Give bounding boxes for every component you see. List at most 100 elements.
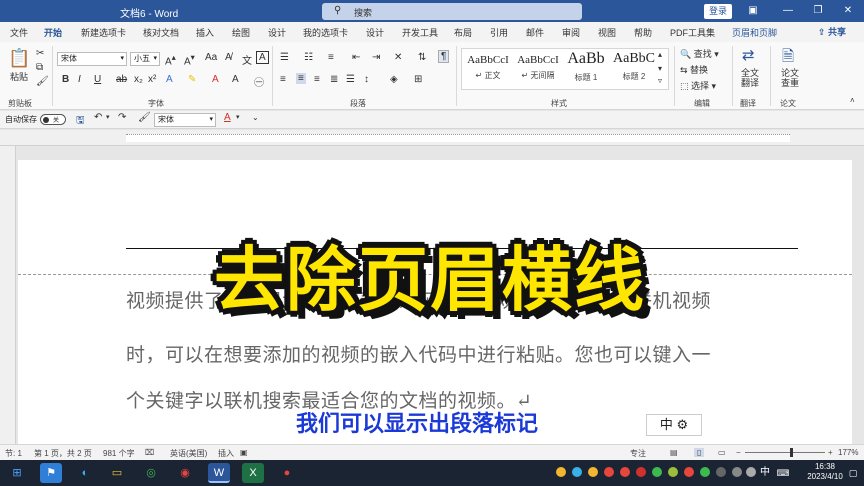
redo-icon[interactable]: ↷ bbox=[118, 112, 126, 123]
notification-icon[interactable]: ▢ bbox=[846, 463, 860, 483]
style-heading-2[interactable]: AaBbC 标题 2 bbox=[610, 50, 658, 88]
status-page[interactable]: 第 1 页，共 2 页 bbox=[34, 448, 92, 459]
app-pinned-icon[interactable]: ⚑ bbox=[40, 463, 62, 483]
status-words[interactable]: 981 个字 bbox=[103, 448, 135, 459]
clear-format-icon[interactable]: A̸ bbox=[225, 52, 232, 63]
volume-icon[interactable] bbox=[746, 467, 756, 477]
find-button[interactable]: 🔍 查找 ▾ bbox=[680, 47, 719, 60]
minimize-icon[interactable]: — bbox=[780, 3, 796, 19]
paste-button[interactable]: 粘贴 bbox=[10, 70, 28, 83]
align-left-icon[interactable]: ≡ bbox=[280, 74, 286, 85]
align-center-icon[interactable]: ≡ bbox=[296, 73, 306, 84]
grow-font-icon[interactable]: A▴ bbox=[165, 52, 176, 67]
chevron-down-icon[interactable]: ▾ bbox=[106, 113, 110, 121]
subscript-icon[interactable]: x₂ bbox=[134, 74, 143, 85]
zoom-slider[interactable] bbox=[745, 452, 825, 453]
sort-icon[interactable]: ⇅ bbox=[418, 52, 426, 63]
web-layout-icon[interactable]: ▭ bbox=[718, 448, 726, 457]
tab-mailings[interactable]: 邮件 bbox=[526, 26, 544, 39]
file-explorer-icon[interactable]: ▭ bbox=[106, 463, 128, 483]
status-section[interactable]: 节: 1 bbox=[5, 448, 22, 459]
tray-icon[interactable] bbox=[620, 467, 630, 477]
keyboard-icon[interactable]: ⌨ bbox=[776, 463, 790, 483]
replace-button[interactable]: ⇆ 替换 bbox=[680, 63, 708, 76]
close-icon[interactable]: ✕ bbox=[840, 3, 856, 19]
tab-file[interactable]: 文件 bbox=[10, 26, 28, 39]
char-border-icon[interactable]: A bbox=[256, 51, 269, 64]
start-icon[interactable]: ⊞ bbox=[6, 463, 28, 483]
tab-review[interactable]: 审阅 bbox=[562, 26, 580, 39]
tab-pdf[interactable]: PDF工具集 bbox=[670, 26, 715, 39]
tray-icon[interactable] bbox=[700, 467, 710, 477]
tray-icon[interactable] bbox=[668, 467, 678, 477]
chinese-layout-icon[interactable]: ✕ bbox=[394, 52, 402, 63]
bullets-icon[interactable]: ☰ bbox=[280, 52, 289, 63]
copy-icon[interactable]: ⧉ bbox=[36, 62, 43, 73]
text-effects-icon[interactable]: A bbox=[166, 74, 173, 85]
chevron-down-icon[interactable]: ▾ bbox=[236, 113, 240, 121]
superscript-icon[interactable]: x² bbox=[148, 74, 156, 85]
style-heading-1[interactable]: AaBb 标题 1 bbox=[562, 50, 610, 88]
change-case-icon[interactable]: Aa bbox=[205, 52, 217, 63]
decrease-indent-icon[interactable]: ⇤ bbox=[352, 52, 360, 63]
font-color-icon[interactable]: A bbox=[212, 74, 219, 85]
show-marks-icon[interactable]: ¶ bbox=[438, 50, 450, 63]
align-right-icon[interactable]: ≡ bbox=[314, 74, 320, 85]
phonetic-icon[interactable]: 文 bbox=[242, 52, 252, 67]
zoom-level[interactable]: 177% bbox=[838, 448, 858, 457]
tab-review-doc[interactable]: 核对文档 bbox=[143, 26, 179, 39]
numbering-icon[interactable]: ☷ bbox=[304, 52, 313, 63]
increase-indent-icon[interactable]: ⇥ bbox=[372, 52, 380, 63]
underline-icon[interactable]: U bbox=[94, 74, 101, 85]
borders-icon[interactable]: ⊞ bbox=[414, 74, 422, 85]
share-button[interactable]: ⇪ 共享 bbox=[818, 25, 846, 38]
font-size-combo[interactable]: 小五 ▾ bbox=[130, 52, 160, 66]
tab-design-2[interactable]: 设计 bbox=[366, 26, 384, 39]
justify-icon[interactable]: ≣ bbox=[330, 74, 338, 85]
style-normal[interactable]: AaBbCcI ↵ 正文 bbox=[464, 50, 512, 88]
zoom-slider-thumb[interactable] bbox=[790, 448, 793, 457]
app-green-icon[interactable]: ◎ bbox=[140, 463, 162, 483]
chevron-up-icon[interactable]: ▴ bbox=[658, 50, 662, 59]
tray-icon[interactable] bbox=[572, 467, 582, 477]
distribute-icon[interactable]: ☰ bbox=[346, 74, 355, 85]
body-line-2[interactable]: 时，可以在想要添加的视频的嵌入代码中进行粘贴。您也可以键入一 bbox=[126, 340, 711, 367]
cut-icon[interactable]: ✂ bbox=[36, 48, 44, 59]
ribbon-display-icon[interactable]: ▣ bbox=[745, 3, 761, 19]
status-language[interactable]: 英语(美国) bbox=[170, 448, 207, 459]
collapse-ribbon-icon[interactable]: ˄ bbox=[850, 96, 855, 105]
bold-icon[interactable]: B bbox=[62, 74, 69, 85]
paste-icon[interactable]: 📋 bbox=[8, 48, 30, 69]
chrome-icon[interactable]: ◉ bbox=[174, 463, 196, 483]
login-button[interactable]: 登录 bbox=[704, 4, 732, 19]
tab-header-footer[interactable]: 页眉和页脚 bbox=[732, 26, 777, 39]
tab-references[interactable]: 引用 bbox=[490, 26, 508, 39]
char-shading-icon[interactable]: A bbox=[232, 74, 239, 85]
translate-button[interactable]: 全文翻译 bbox=[738, 68, 762, 88]
enclose-char-icon[interactable]: ㊀ bbox=[254, 74, 264, 89]
zoom-in-icon[interactable]: + bbox=[828, 448, 833, 457]
more-styles-icon[interactable]: ▿ bbox=[658, 76, 662, 85]
tab-developer[interactable]: 开发工具 bbox=[402, 26, 438, 39]
ime-indicator[interactable]: 中 ⚙ bbox=[646, 414, 702, 436]
tab-my-tab[interactable]: 我的选项卡 bbox=[303, 26, 348, 39]
recorder-icon[interactable]: ● bbox=[276, 463, 298, 483]
search-box[interactable]: ⚲ 搜索 bbox=[322, 3, 582, 20]
tray-icon[interactable] bbox=[652, 467, 662, 477]
tab-draw[interactable]: 绘图 bbox=[232, 26, 250, 39]
tab-new[interactable]: 新建选项卡 bbox=[81, 26, 126, 39]
word-icon[interactable]: W bbox=[208, 463, 230, 483]
macro-record-icon[interactable]: ▣ bbox=[240, 448, 248, 457]
tab-insert[interactable]: 插入 bbox=[196, 26, 214, 39]
tab-design[interactable]: 设计 bbox=[268, 26, 286, 39]
line-spacing-icon[interactable]: ↕ bbox=[364, 74, 369, 85]
style-no-spacing[interactable]: AaBbCcI ↵ 无间隔 bbox=[514, 50, 562, 88]
vertical-ruler[interactable] bbox=[0, 146, 16, 444]
status-mode[interactable]: 插入 bbox=[218, 448, 234, 459]
horizontal-ruler[interactable] bbox=[0, 130, 864, 146]
print-layout-icon[interactable]: ▯ bbox=[694, 448, 705, 457]
tray-icon[interactable] bbox=[588, 467, 598, 477]
tab-view[interactable]: 视图 bbox=[598, 26, 616, 39]
read-mode-icon[interactable]: ▤ bbox=[670, 448, 678, 457]
undo-icon[interactable]: ↶ bbox=[94, 112, 102, 123]
